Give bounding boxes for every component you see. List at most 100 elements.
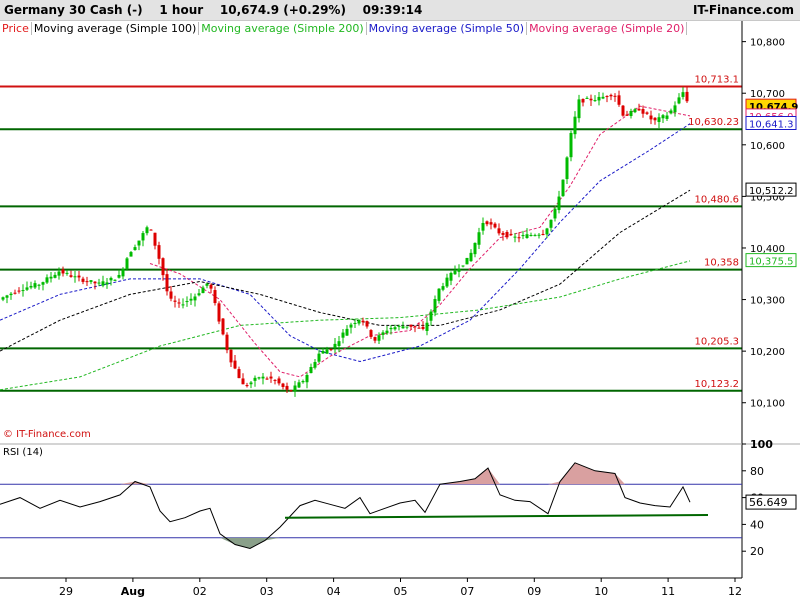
candle-body [97, 282, 101, 284]
candle-body [185, 301, 189, 303]
candle-body [329, 349, 333, 351]
candle-body [285, 385, 289, 390]
candle-body [417, 327, 421, 329]
candle-body [505, 232, 509, 238]
time-tick-label: 03 [260, 585, 274, 598]
candle-body [613, 95, 617, 97]
candle-body [101, 281, 105, 286]
candle-body [309, 367, 313, 374]
candle-body [113, 279, 117, 281]
candle-body [561, 179, 565, 197]
candle-body [397, 325, 401, 327]
rsi-tick-label: 20 [750, 545, 764, 558]
candle-body [641, 109, 645, 114]
candle-body [477, 232, 481, 245]
candle-body [77, 275, 81, 278]
candle-body [577, 99, 581, 119]
candle-body [637, 108, 641, 111]
candle-body [373, 337, 377, 341]
level-label: 10,123.2 [694, 379, 739, 390]
candle-body [281, 383, 285, 387]
candle-body [45, 277, 49, 283]
candle-body [401, 326, 405, 329]
candle-body [129, 252, 133, 257]
candle-body [629, 110, 633, 117]
candle-body [457, 268, 461, 272]
candle-body [389, 327, 393, 330]
candle-body [497, 228, 501, 234]
candle-body [521, 235, 525, 237]
candle-body [165, 274, 169, 292]
candle-body [493, 223, 497, 228]
candle-body [289, 390, 293, 392]
candle-body [433, 299, 437, 313]
candle-body [29, 285, 33, 288]
candle-body [269, 376, 273, 379]
candle-body [381, 332, 385, 335]
time-tick-label: 04 [327, 585, 341, 598]
candle-body [525, 234, 529, 238]
candle-body [249, 382, 253, 385]
candle-body [549, 219, 553, 228]
candle-body [209, 284, 213, 289]
candle-body [181, 304, 185, 306]
rsi-value-label: 56.649 [749, 496, 788, 509]
candle-body [653, 117, 657, 121]
candle-body [253, 377, 257, 381]
price-candles [1, 86, 689, 397]
rsi-support-line [284, 514, 709, 519]
candle-body [557, 196, 561, 211]
candle-body [133, 247, 137, 251]
candle-body [81, 278, 85, 282]
level-label: 10,205.3 [694, 336, 739, 347]
candle-body [421, 326, 425, 329]
price-label: 10,512.2 [749, 186, 794, 197]
candle-body [533, 235, 537, 237]
rsi-plot [0, 462, 709, 550]
candle-body [1, 297, 5, 300]
candle-body [125, 258, 129, 269]
candle-body [141, 233, 145, 241]
candle-body [229, 349, 233, 363]
candle-body [305, 374, 309, 383]
candle-body [265, 378, 269, 380]
candle-body [69, 275, 73, 277]
candle-body [341, 332, 345, 338]
candle-body [189, 298, 193, 301]
candle-body [117, 274, 121, 278]
candle-body [241, 378, 245, 385]
candle-body [645, 112, 649, 114]
candle-body [509, 233, 513, 235]
candle-body [365, 321, 369, 327]
candle-body [161, 258, 165, 276]
candle-body [513, 236, 517, 238]
candle-body [657, 117, 661, 123]
candle-body [461, 265, 465, 267]
candle-body [205, 283, 209, 286]
candle-body [5, 295, 9, 298]
candle-body [57, 271, 61, 276]
candle-body [85, 281, 89, 283]
candle-body [593, 100, 597, 102]
time-tick-label: 29 [59, 585, 73, 598]
candle-body [529, 234, 533, 236]
price-tick-label: 10,700 [750, 89, 785, 100]
candle-body [9, 293, 13, 296]
candle-body [333, 343, 337, 348]
candle-body [445, 277, 449, 287]
candle-body [677, 97, 681, 104]
candle-body [481, 222, 485, 231]
candle-body [145, 227, 149, 234]
candle-body [313, 362, 317, 368]
candle-body [225, 334, 229, 351]
candle-body [685, 91, 689, 102]
candle-body [489, 222, 493, 225]
candle-body [601, 96, 605, 99]
time-axis: 29 Aug 02 03 04 05 07 09 10 11 12 [0, 577, 742, 598]
candle-body [261, 376, 265, 379]
candle-body [89, 280, 93, 282]
candle-body [37, 284, 41, 286]
candle-body [197, 293, 201, 296]
level-label: 10,480.6 [694, 194, 739, 205]
moving-average-line [0, 189, 691, 352]
